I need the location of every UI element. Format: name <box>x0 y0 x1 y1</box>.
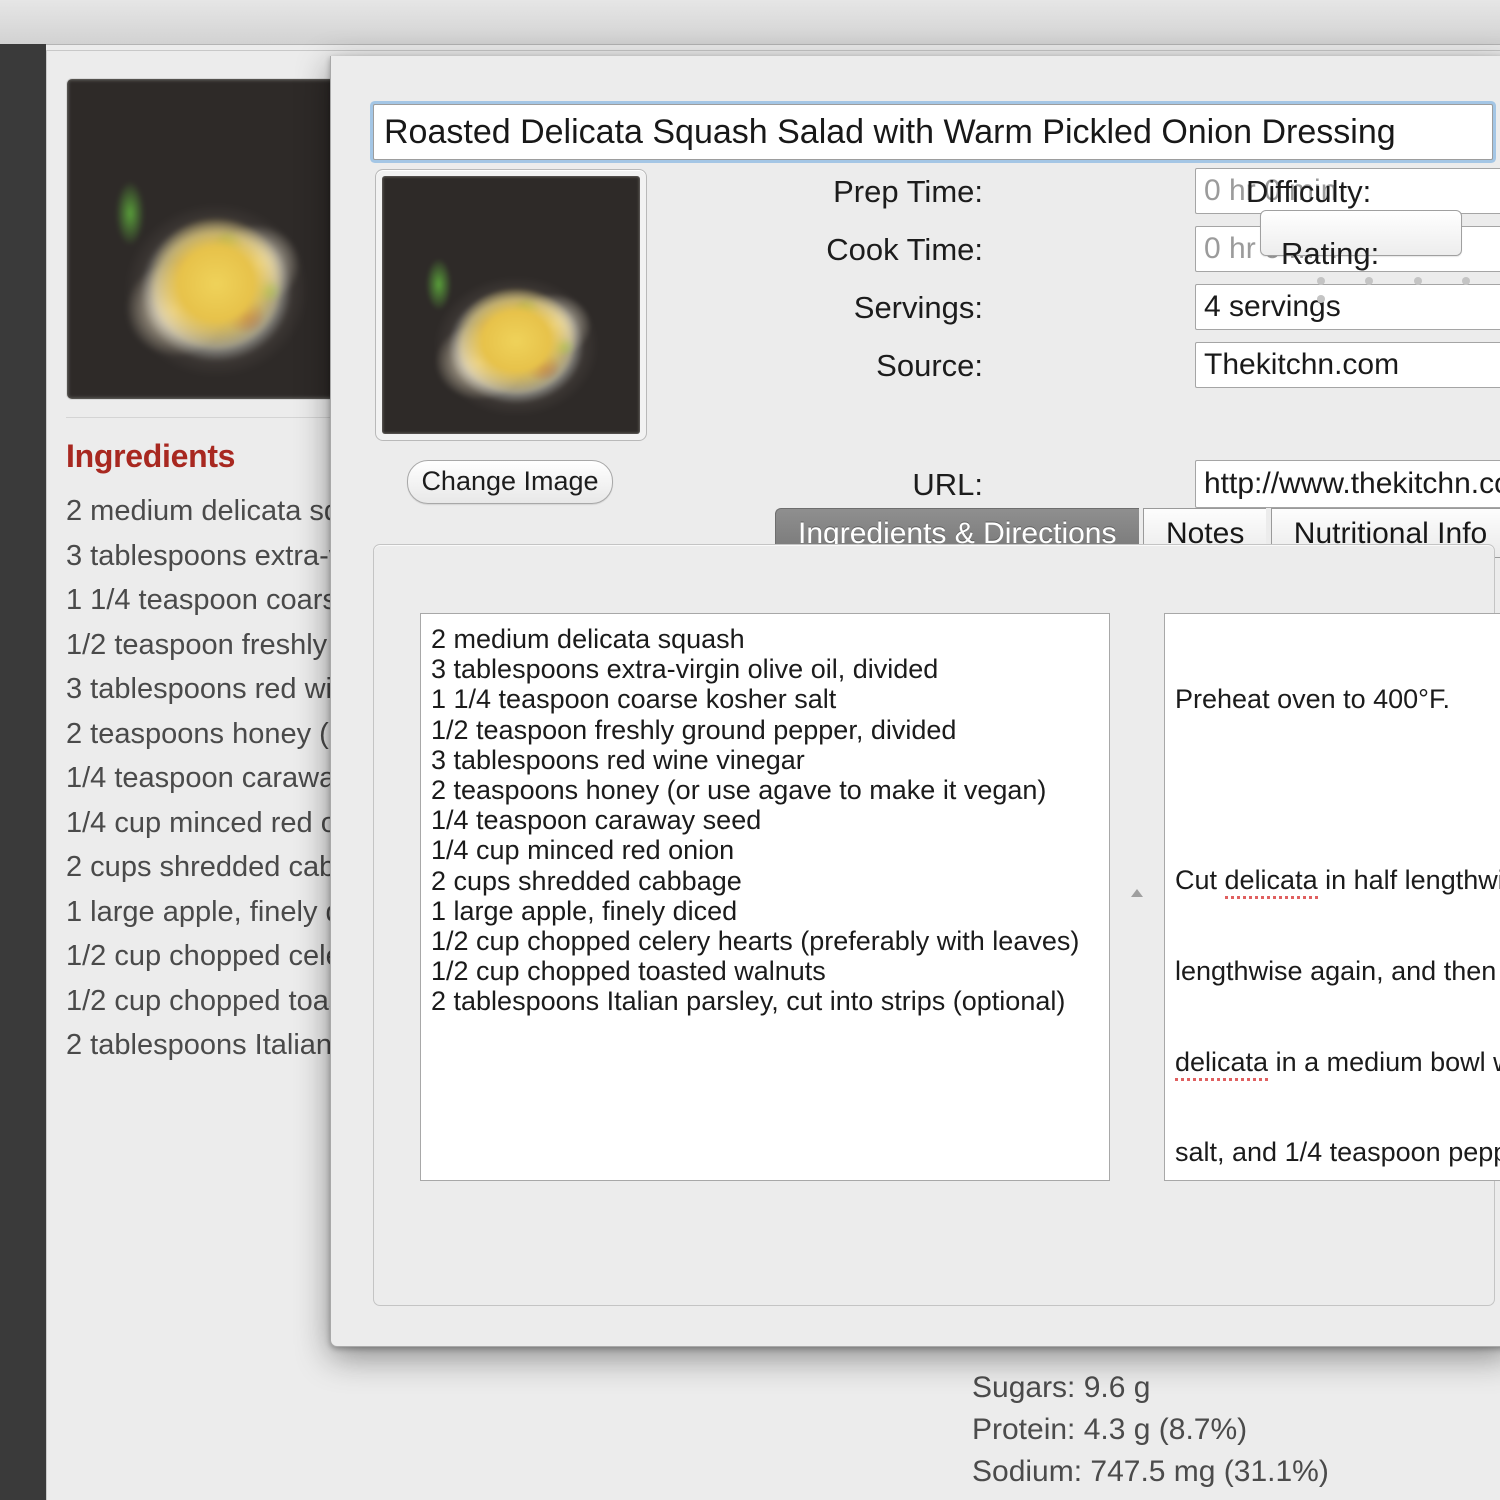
list-item: 3 tablespoons extra-virgin olive oil, di… <box>66 539 611 572</box>
thumbnail-image <box>382 176 640 434</box>
url-input[interactable]: http://www.thekitchn.com/recipe-roasted-… <box>1195 460 1500 508</box>
difficulty-label: Difficulty: <box>1246 174 1372 209</box>
background-left-column: Ingredients 2 medium delicata squash 3 t… <box>66 78 762 1068</box>
ingredients-heading: Ingredients <box>66 438 236 474</box>
misspelled-word: delicata <box>1175 1046 1269 1081</box>
list-item: 2 cups shredded cabbage <box>66 851 400 883</box>
list-item: 3 tablespoons red wine vinegar <box>66 673 468 705</box>
directions-line: Preheat oven to 400°F. <box>1175 684 1450 715</box>
rating-dot-5[interactable] <box>1317 294 1325 303</box>
servings-label: Servings: <box>853 290 983 325</box>
misspelled-word: delicata <box>1224 865 1318 900</box>
list-item: 1/2 cup chopped celery hearts (preferabl… <box>66 940 762 972</box>
list-item: 1/2 cup chopped toasted walnuts <box>66 984 491 1017</box>
window-titlebar[interactable] <box>0 0 1500 45</box>
list-item: 1/4 teaspoon caraway seed <box>66 762 421 794</box>
background-ingredients-list: 2 medium delicata squash 3 tablespoons e… <box>66 489 762 1068</box>
field-row-url: URL: http://www.thekitchn.com/recipe-roa… <box>661 460 1500 514</box>
directions-textarea[interactable]: Preheat oven to 400°F. Cut delicata in h… <box>1164 613 1500 1181</box>
rating-label: Rating: <box>1281 236 1380 271</box>
list-item: 1/2 teaspoon freshly ground pepper, divi… <box>66 628 630 661</box>
source-label: Source: <box>876 348 983 383</box>
tab-content-panel: 2 medium delicata squash 3 tablespoons e… <box>373 544 1500 1306</box>
recipe-hero-image <box>66 78 355 400</box>
nutrition-row: Sodium: 747.5 mg (31.1%) <box>972 1455 1329 1488</box>
recipe-edit-dialog: Roasted Delicata Squash Salad with Warm … <box>330 56 1500 1347</box>
directions-line: Cut delicata in half lengthwise, <box>1175 865 1500 900</box>
food-photo-graphic <box>382 176 640 434</box>
nutrition-row: Protein: 4.3 g (8.7%) <box>972 1413 1248 1446</box>
recipe-thumbnail[interactable] <box>375 169 647 441</box>
source-input[interactable]: Thekitchn.com <box>1195 342 1500 388</box>
cook-time-label: Cook Time: <box>826 232 983 267</box>
field-row-source: Source: Thekitchn.com <box>661 342 1500 400</box>
list-item: 1 1/4 teaspoon coarse kosher salt <box>66 584 502 616</box>
panel-splitter[interactable] <box>1119 613 1153 1181</box>
directions-line: salt, and 1/4 teaspoon peppe <box>1175 1137 1500 1168</box>
food-photo-graphic <box>67 79 354 399</box>
rating-control[interactable] <box>1299 272 1500 308</box>
splitter-grip-icon <box>1131 889 1143 897</box>
prep-time-label: Prep Time: <box>833 174 983 209</box>
ingredients-textarea[interactable]: 2 medium delicata squash 3 tablespoons e… <box>420 613 1110 1181</box>
screen: Ingredients 2 medium delicata squash 3 t… <box>0 0 1500 1500</box>
url-label: URL: <box>912 467 983 502</box>
rating-dot-4[interactable] <box>1462 276 1471 285</box>
change-image-button[interactable]: Change Image <box>407 460 613 504</box>
directions-line <box>1175 775 1495 805</box>
rating-dot-2[interactable] <box>1365 276 1374 285</box>
directions-line: delicata in a medium bowl wit <box>1175 1046 1500 1081</box>
list-item: 2 teaspoons honey (or use agave to make … <box>66 717 727 750</box>
divider <box>66 417 353 418</box>
recipe-title-input[interactable]: Roasted Delicata Squash Salad with Warm … <box>373 104 1493 160</box>
list-item: 2 tablespoons Italian parsley, cut into … <box>66 1029 747 1061</box>
rating-dot-1[interactable] <box>1317 276 1325 285</box>
directions-line: lengthwise again, and then in <box>1175 956 1500 987</box>
list-item: 2 medium delicata squash <box>66 495 403 527</box>
list-item: 1 large apple, finely diced <box>66 895 395 928</box>
list-item: 1/4 cup minced red onion <box>66 806 392 839</box>
rating-dot-3[interactable] <box>1413 276 1422 285</box>
field-row-rating: Rating: <box>1281 236 1500 308</box>
desktop-backdrop <box>0 44 46 1500</box>
nutrition-row: Sugars: 9.6 g <box>972 1371 1151 1404</box>
